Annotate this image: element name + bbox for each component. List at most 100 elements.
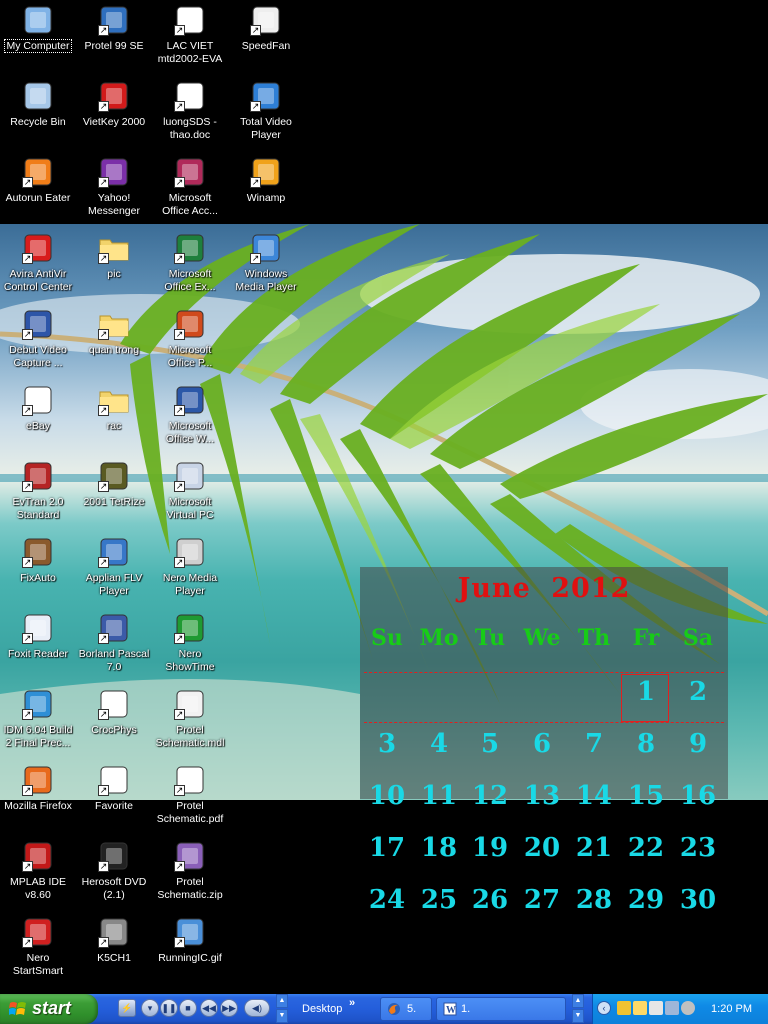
desktop-icon[interactable]: ↗ luongSDS - thao.doc xyxy=(152,78,228,152)
previous-track-icon[interactable]: ◀◀ xyxy=(200,999,218,1017)
desktop-icon[interactable]: ↗ Favorite xyxy=(76,762,152,836)
calendar-day[interactable]: 27 xyxy=(516,885,568,915)
media-menu-icon[interactable]: ▾ xyxy=(141,999,159,1017)
calendar-day[interactable]: 9 xyxy=(672,729,724,759)
desktop-icon-label: rac xyxy=(76,420,152,433)
desktop-icon[interactable]: ↗ Protel Schematic.zip xyxy=(152,838,228,912)
desktop-icon[interactable]: ↗ Windows Media Player xyxy=(228,230,304,304)
volume-icon[interactable]: ◀) xyxy=(244,999,270,1017)
tray-folder-icon[interactable] xyxy=(633,1001,647,1015)
calendar-day[interactable]: 4 xyxy=(413,729,465,759)
desktop-icon[interactable]: ↗ FixAuto xyxy=(0,534,76,608)
desktop-icon-label-text: 2001 TetRize xyxy=(83,496,145,508)
calendar-day[interactable]: 14 xyxy=(568,781,620,811)
start-button[interactable]: start xyxy=(0,994,98,1024)
next-track-icon[interactable]: ▶▶ xyxy=(220,999,238,1017)
task-button-firefox[interactable]: 5. xyxy=(380,997,432,1021)
desktop-icon[interactable]: ↗ Winamp xyxy=(228,154,304,228)
tray-speaker-icon[interactable] xyxy=(681,1001,695,1015)
desktop-icon[interactable]: ↗ 2001 TetRize xyxy=(76,458,152,532)
desktop-icon[interactable]: ↗ Microsoft Office P... xyxy=(152,306,228,380)
tray-expand-icon[interactable]: ‹ xyxy=(597,1001,611,1015)
desktop-icon[interactable]: ↗ Protel Schematic.pdf xyxy=(152,762,228,836)
desktop-icon[interactable]: Recycle Bin xyxy=(0,78,76,152)
calendar-day[interactable]: 25 xyxy=(413,885,465,915)
tray-app-icon[interactable] xyxy=(617,1001,631,1015)
desktop-icon[interactable]: ↗ Nero ShowTime xyxy=(152,610,228,684)
desktop-icon[interactable]: ↗ Herosoft DVD (2.1) xyxy=(76,838,152,912)
desktop-icon-label-text: pic xyxy=(107,268,121,280)
calendar-day[interactable]: 19 xyxy=(464,833,516,863)
desktop-icon[interactable]: ↗ SpeedFan xyxy=(228,2,304,76)
calendar-day[interactable]: 28 xyxy=(568,885,620,915)
quick-launch-scroll[interactable]: ▲ ▼ xyxy=(276,994,288,1024)
desktop-icon[interactable]: ↗ IDM 6.04 Build 2 Final Prec... xyxy=(0,686,76,760)
desktop-icon[interactable]: ↗ Protel Schematic.mdl xyxy=(152,686,228,760)
calendar-day[interactable]: 13 xyxy=(516,781,568,811)
desktop-icon[interactable]: ↗ Avira AntiVir Control Center xyxy=(0,230,76,304)
desktop-icon[interactable]: My Computer xyxy=(0,2,76,76)
desktop-icon[interactable]: ↗ LAC VIET mtd2002-EVA xyxy=(152,2,228,76)
calendar-day[interactable]: 12 xyxy=(464,781,516,811)
desktop-icon[interactable]: ↗ MPLAB IDE v8.60 xyxy=(0,838,76,912)
task-scroll-arrows[interactable]: ▲ ▼ xyxy=(572,994,584,1024)
desktop-icon[interactable]: ↗ Borland Pascal 7.0 xyxy=(76,610,152,684)
pause-icon[interactable]: ❚❚ xyxy=(160,999,178,1017)
desktop-icon[interactable]: ↗ Nero StartSmart xyxy=(0,914,76,988)
calendar-day[interactable]: 17 xyxy=(361,833,413,863)
calendar-day[interactable]: 5 xyxy=(464,729,516,759)
calendar-day[interactable]: 2 xyxy=(672,677,724,707)
calendar-day[interactable]: 22 xyxy=(620,833,672,863)
desktop-icon-label: Protel Schematic.pdf xyxy=(152,800,228,826)
calendar-day[interactable]: 1 xyxy=(620,677,672,707)
stop-icon[interactable]: ■ xyxy=(179,999,197,1017)
desktop-icon[interactable]: ↗ EvTran 2.0 Standard xyxy=(0,458,76,532)
toolbar-chevron[interactable]: » xyxy=(349,997,355,1009)
task-button-word[interactable]: W 1. xyxy=(436,997,566,1021)
desktop-icon[interactable]: ↗ Foxit Reader xyxy=(0,610,76,684)
desktop-icon[interactable]: ↗ CrocPhys xyxy=(76,686,152,760)
tray-network-icon[interactable] xyxy=(649,1001,663,1015)
desktop-icon[interactable]: ↗ eBay xyxy=(0,382,76,456)
desktop-icon[interactable]: ↗ RunningIC.gif xyxy=(152,914,228,988)
tray-monitor-icon[interactable] xyxy=(665,1001,679,1015)
calendar-day[interactable]: 30 xyxy=(672,885,724,915)
calendar-day[interactable]: 18 xyxy=(413,833,465,863)
calendar-day[interactable]: 11 xyxy=(413,781,465,811)
desktop-icon[interactable]: ↗ Nero Media Player xyxy=(152,534,228,608)
calendar-day[interactable]: 15 xyxy=(620,781,672,811)
desktop-icon[interactable]: ↗ Microsoft Virtual PC xyxy=(152,458,228,532)
desktop-icon[interactable]: ↗ Total Video Player xyxy=(228,78,304,152)
desktop-toolbar-label[interactable]: Desktop xyxy=(302,1003,342,1015)
calendar-day[interactable]: 16 xyxy=(672,781,724,811)
desktop-icon[interactable]: ↗ Microsoft Office Acc... xyxy=(152,154,228,228)
desktop-icon[interactable]: ↗ quan trong xyxy=(76,306,152,380)
desktop-icon[interactable]: ↗ Microsoft Office W... xyxy=(152,382,228,456)
desktop-icon[interactable]: ↗ Mozilla Firefox xyxy=(0,762,76,836)
desktop-icon[interactable]: ↗ Microsoft Office Ex... xyxy=(152,230,228,304)
calendar-day[interactable]: 21 xyxy=(568,833,620,863)
calendar-day[interactable]: 26 xyxy=(464,885,516,915)
desktop-icon[interactable]: ↗ VietKey 2000 xyxy=(76,78,152,152)
calendar-day[interactable]: 29 xyxy=(620,885,672,915)
desktop-icon[interactable]: ↗ Protel 99 SE xyxy=(76,2,152,76)
calendar-day[interactable]: 23 xyxy=(672,833,724,863)
calendar-day[interactable]: 3 xyxy=(361,729,413,759)
desktop-icon[interactable]: ↗ rac xyxy=(76,382,152,456)
desktop-icon[interactable]: ↗ pic xyxy=(76,230,152,304)
desktop-icon-label-text: Recycle Bin xyxy=(10,116,66,128)
desktop-icon-label-text: Yahoo! Messenger xyxy=(88,192,140,217)
calendar-day[interactable]: 7 xyxy=(568,729,620,759)
desktop-icon[interactable]: ↗ Applian FLV Player xyxy=(76,534,152,608)
calendar-day[interactable]: 24 xyxy=(361,885,413,915)
desktop-icon[interactable]: ↗ Autorun Eater xyxy=(0,154,76,228)
winamp-quicklaunch-icon[interactable]: ⚡ xyxy=(118,999,136,1017)
tray-clock[interactable]: 1:20 PM xyxy=(711,1003,752,1015)
desktop-icon[interactable]: ↗ Debut Video Capture ... xyxy=(0,306,76,380)
calendar-day[interactable]: 6 xyxy=(516,729,568,759)
calendar-day[interactable]: 8 xyxy=(620,729,672,759)
calendar-day[interactable]: 20 xyxy=(516,833,568,863)
desktop-icon[interactable]: ↗ Yahoo! Messenger xyxy=(76,154,152,228)
desktop-icon[interactable]: ↗ K5CH1 xyxy=(76,914,152,988)
calendar-day[interactable]: 10 xyxy=(361,781,413,811)
